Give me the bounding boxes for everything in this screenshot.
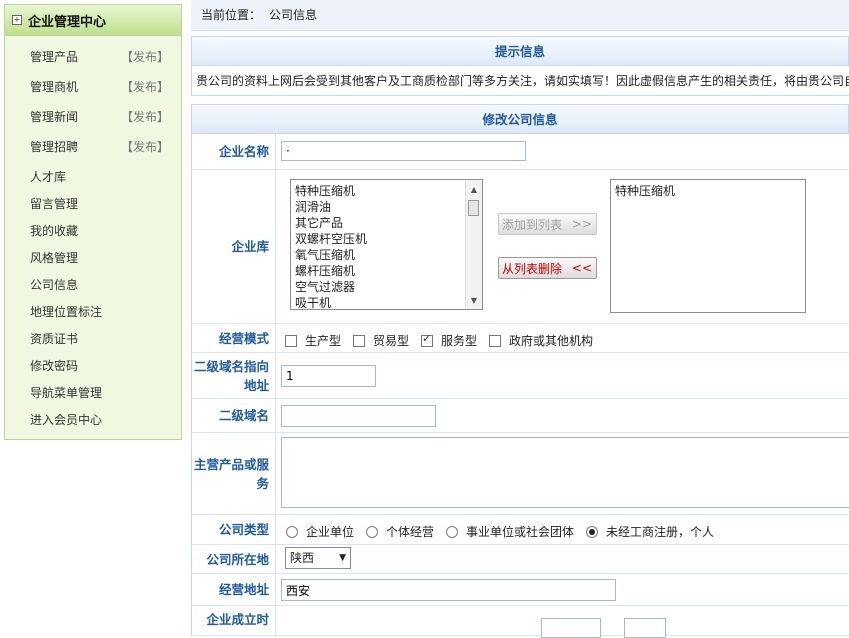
- list-item[interactable]: 吸干机: [291, 295, 482, 309]
- checkbox-label: 贸易型: [373, 334, 410, 348]
- sidebar-item-change-password[interactable]: 修改密码: [30, 357, 78, 374]
- library-label: 企业库: [192, 170, 276, 323]
- checkbox-label: 生产型: [305, 334, 342, 348]
- address-row: 经营地址: [191, 574, 849, 606]
- address-label: 经营地址: [192, 574, 276, 605]
- sidebar-item-manage-opportunities[interactable]: 管理商机: [30, 78, 78, 95]
- location-label: 公司所在地: [192, 545, 276, 573]
- publish-link-products[interactable]: 【发布】: [121, 48, 169, 65]
- company-type-radio-unregistered[interactable]: [586, 525, 599, 538]
- add-to-list-button[interactable]: 添加到列表 >>: [498, 213, 597, 235]
- subdomain-row: 二级域名: [191, 399, 849, 433]
- main-products-row: 主营产品或服务: [191, 433, 849, 515]
- remove-arrows-icon: <<: [571, 261, 592, 275]
- subdomain-target-label: 二级域名指向地址: [192, 353, 276, 398]
- sidebar-item-manage-news[interactable]: 管理新闻: [30, 108, 78, 125]
- publish-link-jobs[interactable]: 【发布】: [121, 138, 169, 155]
- company-type-radio-enterprise[interactable]: [286, 525, 298, 538]
- sidebar-header[interactable]: + 企业管理中心: [5, 5, 181, 36]
- sidebar-item-manage-jobs[interactable]: 管理招聘: [30, 138, 78, 155]
- list-scrollbar[interactable]: ▲ ▼: [465, 180, 482, 309]
- publish-link-opportunities[interactable]: 【发布】: [121, 78, 169, 95]
- radio-label: 个体经营: [386, 525, 435, 539]
- list-item[interactable]: 特种压缩机: [291, 183, 482, 199]
- checkbox-label: 政府或其他机构: [509, 334, 594, 348]
- business-mode-label: 经营模式: [192, 324, 276, 352]
- location-select[interactable]: 陕西 ▼: [285, 547, 351, 569]
- founded-label: 企业成立时: [192, 606, 276, 635]
- notice-text: 贵公司的资料上网后会受到其他客户及工商质检部门等多方关注，请如实填写！因此虚假信…: [191, 66, 849, 96]
- breadcrumb-current: 公司信息: [269, 8, 318, 22]
- company-type-radio-individual[interactable]: [366, 525, 379, 538]
- list-item[interactable]: 润滑油: [291, 199, 482, 215]
- company-type-row: 公司类型 企业单位 个体经营 事业单位或社会团体 未经工商注册，个人: [191, 515, 849, 545]
- list-item[interactable]: 空气过滤器: [291, 279, 482, 295]
- sidebar-item-company-info[interactable]: 公司信息: [30, 276, 78, 293]
- company-type-options: 企业单位 个体经营 事业单位或社会团体 未经工商注册，个人: [286, 523, 726, 540]
- chevron-down-icon: ▼: [339, 553, 346, 563]
- add-arrows-icon: >>: [571, 217, 592, 231]
- library-source-list[interactable]: 特种压缩机 润滑油 其它产品 双螺杆空压机 氧气压缩机 螺杆压缩机 空气过滤器 …: [290, 179, 483, 310]
- company-name-row: 企业名称: [191, 134, 849, 170]
- company-type-label: 公司类型: [192, 515, 276, 544]
- founded-month-input[interactable]: [624, 618, 666, 638]
- scroll-down-icon[interactable]: ▼: [466, 293, 482, 309]
- founded-year-input[interactable]: [541, 618, 601, 638]
- publish-link-news[interactable]: 【发布】: [121, 108, 169, 125]
- list-item[interactable]: 螺杆压缩机: [291, 263, 482, 279]
- sidebar-item-certificates[interactable]: 资质证书: [30, 330, 78, 347]
- sidebar-item-favorites[interactable]: 我的收藏: [30, 222, 78, 239]
- sidebar-item-messages[interactable]: 留言管理: [30, 195, 78, 212]
- main-products-label: 主营产品或服务: [192, 433, 276, 514]
- radio-label: 未经工商注册，个人: [606, 525, 715, 539]
- sidebar-item-nav-menu[interactable]: 导航菜单管理: [30, 384, 102, 401]
- library-row: 企业库 特种压缩机 润滑油 其它产品 双螺杆空压机 氧气压缩机 螺杆压缩机 空气…: [191, 170, 849, 324]
- expand-icon[interactable]: +: [12, 15, 22, 25]
- radio-label: 企业单位: [306, 525, 355, 539]
- radio-label: 事业单位或社会团体: [466, 525, 575, 539]
- subdomain-target-row: 二级域名指向地址: [191, 353, 849, 399]
- list-item[interactable]: 双螺杆空压机: [291, 231, 482, 247]
- main-content: 当前位置： 公司信息 提示信息 贵公司的资料上网后会受到其他客户及工商质检部门等多…: [191, 0, 849, 638]
- remove-from-list-label: 从列表删除: [502, 261, 563, 276]
- company-type-radio-institution[interactable]: [446, 525, 459, 538]
- company-name-input[interactable]: [281, 141, 526, 161]
- business-mode-checkbox-production[interactable]: [285, 334, 297, 347]
- checkbox-label: 服务型: [441, 334, 478, 348]
- sidebar-item-geo-location[interactable]: 地理位置标注: [30, 303, 102, 320]
- sidebar-title: 企业管理中心: [28, 14, 107, 30]
- address-input[interactable]: [281, 579, 616, 601]
- location-select-value: 陕西: [290, 551, 315, 565]
- list-item[interactable]: 氧气压缩机: [291, 247, 482, 263]
- sidebar-item-style[interactable]: 风格管理: [30, 249, 78, 266]
- library-selected-list[interactable]: 特种压缩机: [610, 179, 806, 313]
- business-mode-checkbox-service[interactable]: [421, 332, 434, 347]
- company-name-label: 企业名称: [192, 134, 276, 169]
- breadcrumb: 当前位置： 公司信息: [191, 0, 849, 31]
- business-mode-options: 生产型 贸易型 服务型 政府或其他机构: [285, 332, 605, 349]
- business-mode-checkbox-government[interactable]: [489, 334, 502, 347]
- business-mode-checkbox-trade[interactable]: [353, 334, 366, 347]
- founded-row: 企业成立时: [191, 606, 849, 638]
- business-mode-row: 经营模式 生产型 贸易型 服务型 政府或其他机构: [191, 324, 849, 353]
- sidebar: + 企业管理中心 管理产品 【发布】 管理商机 【发布】 管理新闻 【发布】 管…: [4, 4, 182, 440]
- sidebar-item-talent-pool[interactable]: 人才库: [30, 168, 66, 185]
- location-row: 公司所在地 陕西 ▼: [191, 545, 849, 574]
- remove-from-list-button[interactable]: 从列表删除 <<: [498, 257, 597, 279]
- sidebar-item-member-center[interactable]: 进入会员中心: [30, 411, 102, 428]
- scroll-up-icon[interactable]: ▲: [466, 182, 482, 198]
- sidebar-item-manage-products[interactable]: 管理产品: [30, 48, 78, 65]
- breadcrumb-label: 当前位置：: [201, 8, 262, 22]
- notice-title: 提示信息: [191, 36, 849, 66]
- add-to-list-label: 添加到列表: [502, 217, 563, 232]
- subdomain-label: 二级域名: [192, 399, 276, 432]
- subdomain-target-input[interactable]: [281, 365, 376, 387]
- list-item[interactable]: 特种压缩机: [611, 183, 805, 199]
- main-products-textarea[interactable]: [281, 437, 849, 508]
- form-title: 修改公司信息: [191, 104, 849, 134]
- list-item[interactable]: 其它产品: [291, 215, 482, 231]
- scroll-thumb[interactable]: [468, 200, 479, 216]
- subdomain-input[interactable]: [281, 405, 436, 427]
